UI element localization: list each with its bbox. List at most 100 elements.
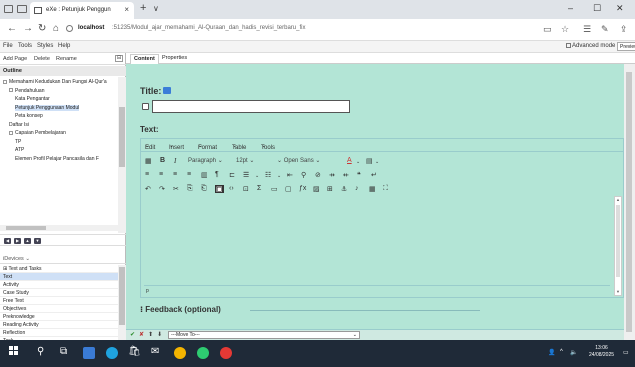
outline-node[interactable]: Pendahuluan xyxy=(9,88,44,94)
minimize-button[interactable]: – xyxy=(568,3,573,13)
menu-styles[interactable]: Styles xyxy=(37,43,53,49)
menu-tools[interactable]: Tools xyxy=(18,43,32,49)
bullet-list-dropdown-icon[interactable]: ⌄ xyxy=(255,173,259,179)
editor-vscrollbar[interactable]: ▲ ▼ xyxy=(614,196,622,296)
expand-toggle-icon[interactable] xyxy=(3,79,7,84)
indent-left-icon[interactable]: ⇸ xyxy=(329,171,335,179)
paste-icon[interactable]: ⎗ xyxy=(201,185,207,193)
link-icon[interactable]: ⚲ xyxy=(301,171,306,179)
tab-close-icon[interactable]: × xyxy=(124,5,129,14)
idevice-item[interactable]: Reflection xyxy=(0,329,118,337)
editor-menu-insert[interactable]: Insert ⌄ xyxy=(169,142,184,151)
image-icon[interactable]: ▨ xyxy=(313,185,320,193)
copy-icon[interactable]: ⎘ xyxy=(187,185,193,193)
idevice-item[interactable]: Objectives xyxy=(0,305,118,313)
numbered-list-icon[interactable]: ☷ xyxy=(265,171,271,179)
outline-node[interactable]: Petunjuk Penggunaan Modul xyxy=(15,104,80,111)
move-down-idevice-icon[interactable]: ⬇ xyxy=(157,331,162,338)
bold-icon[interactable]: B xyxy=(160,157,165,164)
app-green-icon[interactable] xyxy=(197,347,209,359)
justify-icon[interactable]: ≡ xyxy=(187,171,191,178)
indent-right-icon[interactable]: ⇷ xyxy=(343,171,349,179)
edge-browser-icon[interactable] xyxy=(106,347,118,359)
outline-vscrollbar[interactable] xyxy=(118,77,126,233)
font-size-select[interactable]: 12pt ⌄ xyxy=(236,157,254,164)
highlight-color-icon[interactable]: ▤ xyxy=(366,157,373,165)
search-icon[interactable]: ⚲ xyxy=(37,346,44,357)
task-view-icon[interactable]: ⧉ xyxy=(60,346,67,357)
text-color-icon[interactable]: A xyxy=(347,157,352,164)
expand-toggle-icon[interactable] xyxy=(9,88,13,92)
system-clock[interactable]: 13:06 24/08/2025 xyxy=(589,345,614,359)
advanced-mode-checkbox[interactable] xyxy=(566,43,571,48)
editor-menu-table[interactable]: Table ⌄ xyxy=(232,142,246,151)
rename-button[interactable]: Rename xyxy=(56,56,77,62)
widgets-icon[interactable] xyxy=(83,347,95,359)
delete-button[interactable]: Delete xyxy=(34,56,50,62)
site-info-icon[interactable] xyxy=(66,25,73,32)
move-down-icon[interactable]: ▼ xyxy=(34,238,41,244)
collapse-panel-button[interactable]: ⊟ xyxy=(115,55,123,62)
paste-text-icon[interactable]: ▣ xyxy=(215,185,224,193)
grid-icon[interactable]: ▦ xyxy=(369,185,376,193)
anchor-icon[interactable]: ⚓ xyxy=(341,185,347,193)
move-up-idevice-icon[interactable]: ⬆ xyxy=(148,331,153,338)
home-icon[interactable]: ⌂ xyxy=(53,23,59,34)
reader-mode-icon[interactable]: ▭ xyxy=(543,24,552,35)
preview-button[interactable]: Preview xyxy=(617,42,635,51)
align-right-icon[interactable]: ≡ xyxy=(173,171,177,178)
editor-text-area[interactable] xyxy=(144,196,610,284)
store-icon[interactable]: 🛍 xyxy=(128,346,141,357)
editor-vscroll-thumb[interactable] xyxy=(616,205,620,277)
idevice-item[interactable]: Activity xyxy=(0,281,118,289)
title-edit-icon[interactable] xyxy=(142,103,149,110)
table-props-icon[interactable]: ▥ xyxy=(201,171,208,179)
media-icon[interactable]: ⊡ xyxy=(243,185,249,193)
bullet-list-icon[interactable]: ☰ xyxy=(243,171,249,179)
tab-list-icon[interactable]: ∨ xyxy=(153,4,159,13)
scroll-down-icon[interactable]: ▼ xyxy=(616,289,620,294)
content-vscrollbar[interactable] xyxy=(624,64,635,340)
menu-help[interactable]: Help xyxy=(58,43,70,49)
idevices-header[interactable]: iDevices ⌄ xyxy=(0,254,126,264)
quote-icon[interactable]: ❝ xyxy=(357,171,361,179)
outline-hscroll-thumb[interactable] xyxy=(6,226,46,230)
font-family-select[interactable]: ⌄ Open Sans ⌄ xyxy=(277,157,320,164)
idevice-item[interactable]: Free Text xyxy=(0,297,118,305)
template-icon[interactable]: ▢ xyxy=(285,185,292,193)
paragraph-icon[interactable]: ¶ xyxy=(215,171,219,178)
fullscreen-icon[interactable]: ⛶ xyxy=(383,185,388,193)
idevice-item[interactable]: Text xyxy=(0,273,118,281)
formula-icon[interactable]: ƒx xyxy=(299,185,306,192)
volume-icon[interactable]: 🔈 xyxy=(570,349,577,356)
table-icon[interactable]: ▦ xyxy=(145,157,152,165)
notifications-icon[interactable]: ▭ xyxy=(623,349,629,356)
outdent-icon[interactable]: ⇤ xyxy=(287,171,293,179)
outline-node[interactable]: TP xyxy=(15,139,21,145)
add-page-button[interactable]: Add Page xyxy=(3,56,27,62)
outline-node[interactable]: Peta konsep xyxy=(15,113,43,119)
url-field[interactable]: localhost :51235/Modul_ajar_memahami_Al-… xyxy=(66,23,536,37)
outline-node[interactable]: Kata Pengantar xyxy=(15,96,50,102)
editor-menu-format[interactable]: Format ⌄ xyxy=(198,142,217,151)
idevice-item[interactable]: Reading Activity xyxy=(0,321,118,329)
editor-menu-tools[interactable]: Tools ⌄ xyxy=(261,142,275,151)
tab-content[interactable]: Content xyxy=(130,54,159,64)
tab-properties[interactable]: Properties xyxy=(159,55,190,61)
advanced-mode-toggle[interactable]: Advanced mode xyxy=(566,43,615,49)
profile-icon[interactable]: ✎ xyxy=(601,24,609,35)
cut-icon[interactable]: ✂ xyxy=(173,185,179,193)
numbered-list-dropdown-icon[interactable]: ⌄ xyxy=(277,173,281,179)
outline-node[interactable]: Memahami Kedudukan Dan Fungsi Al-Qur'a xyxy=(3,79,107,85)
idevices-vscrollbar[interactable] xyxy=(118,265,126,340)
idevice-item[interactable]: Case Study xyxy=(0,289,118,297)
redo-icon[interactable]: ↷ xyxy=(159,185,165,193)
people-icon[interactable]: 👤 xyxy=(548,349,555,356)
undo-icon[interactable]: ↶ xyxy=(145,185,151,193)
tab-actions-icon[interactable] xyxy=(4,5,13,13)
blockquote-icon[interactable]: ⊏ xyxy=(229,171,235,179)
nonbreaking-icon[interactable]: ↵ xyxy=(371,171,377,179)
outline-node[interactable]: Elemen Profil Pelajar Pancasila dan F xyxy=(15,156,99,162)
new-tab-button[interactable]: + xyxy=(140,2,146,14)
favorite-star-icon[interactable]: ☆ xyxy=(561,24,569,35)
